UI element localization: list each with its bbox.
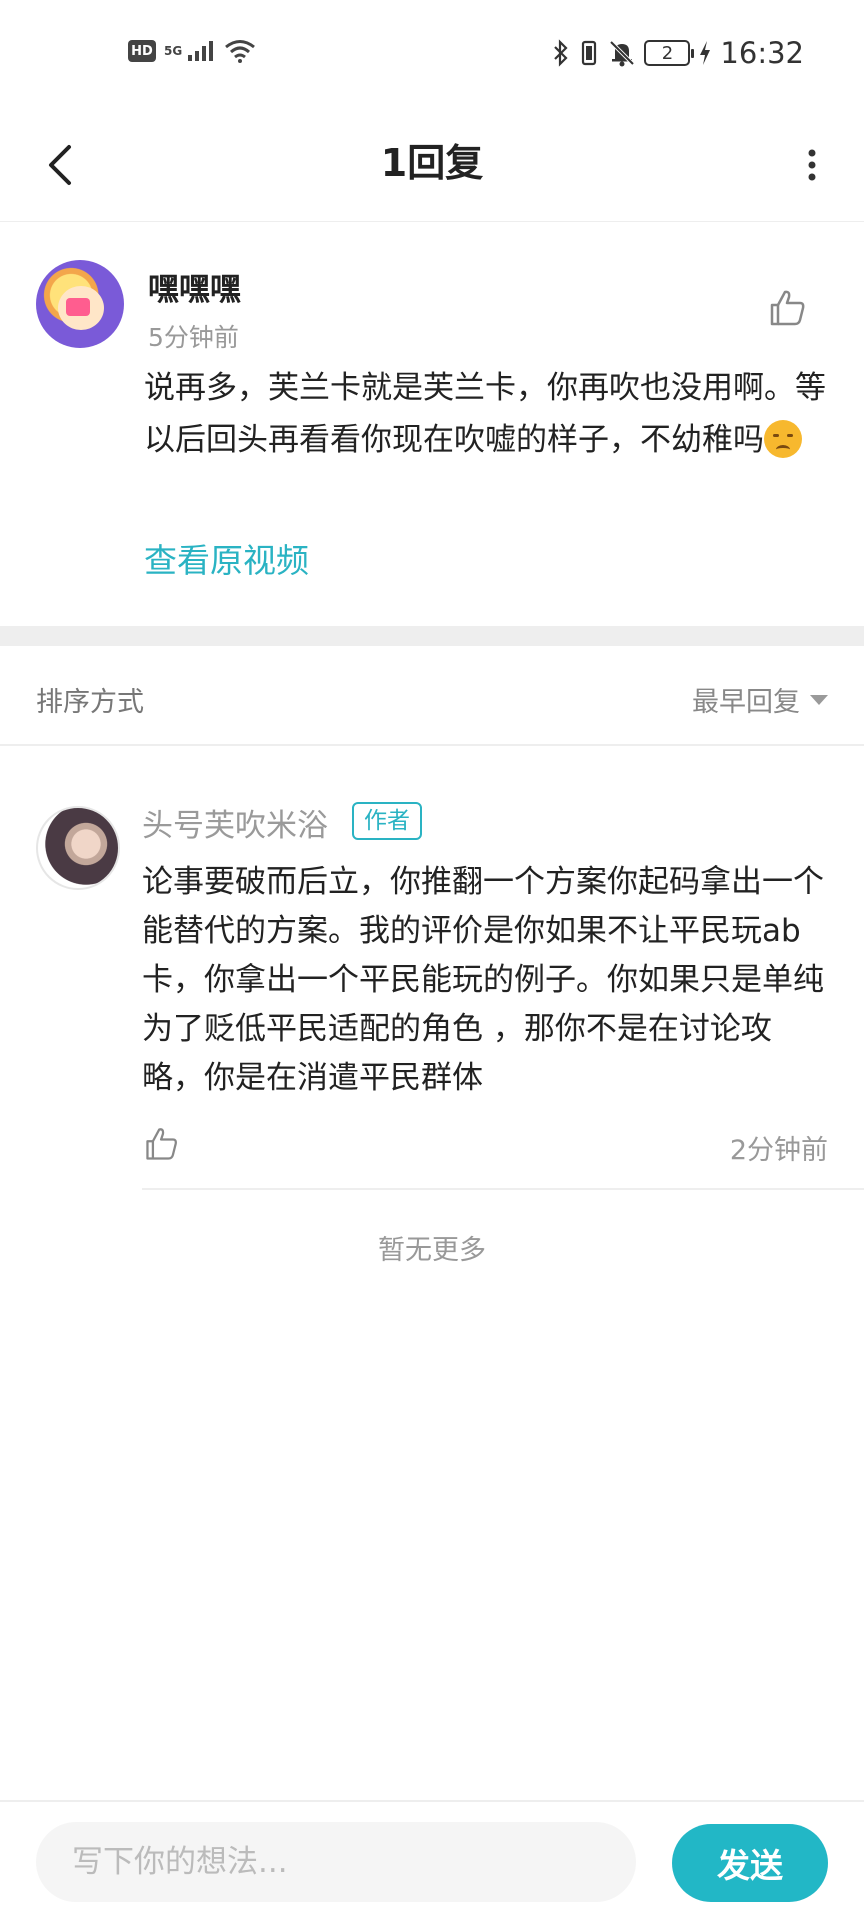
clock: 16:32: [720, 36, 804, 70]
status-right: 2 16:32: [552, 36, 804, 70]
original-comment: 嘿嘿嘿 5分钟前 说再多，芙兰卡就是芙兰卡，你再吹也没用啊。等以后回头再看看你现…: [0, 222, 864, 626]
comment-timestamp: 5分钟前: [148, 323, 239, 352]
avatar-accessory: [66, 298, 90, 316]
cell-signal-icon: [188, 41, 214, 61]
sort-dropdown[interactable]: 最早回复: [692, 680, 828, 719]
network-type-label: 5G: [164, 44, 183, 58]
battery-icon: 2: [644, 40, 695, 66]
avatar[interactable]: [36, 260, 124, 348]
thumbs-up-icon: [770, 290, 805, 326]
charging-icon: [700, 41, 711, 65]
reply-timestamp: 2分钟前: [729, 1135, 828, 1166]
thumbs-up-icon: [146, 1128, 177, 1160]
status-bar: HD 5G 2 16:32: [0, 0, 864, 110]
comment-body: 说再多，芙兰卡就是芙兰卡，你再吹也没用啊。等以后回头再看看你现在吹嘘的样子，不幼…: [144, 362, 834, 466]
disappointed-face-icon: [764, 420, 802, 458]
comment-composer: 发送: [0, 1800, 864, 1920]
sort-label: 排序方式: [36, 687, 144, 718]
sort-bar: 排序方式 最早回复: [0, 646, 864, 746]
view-original-video-link[interactable]: 查看原视频: [144, 534, 309, 582]
reply-body: 论事要破而后立，你推翻一个方案你起码拿出一个能替代的方案。我的评价是你如果不让平…: [142, 864, 824, 1096]
divider: [142, 1188, 864, 1190]
caret-down-icon: [810, 694, 828, 705]
comment-body-text: 说再多，芙兰卡就是芙兰卡，你再吹也没用啊。等以后回头再看看你现在吹嘘的样子，不幼…: [144, 370, 826, 458]
mute-bell-icon: [610, 40, 635, 67]
sort-selected-value: 最早回复: [692, 687, 800, 718]
send-button[interactable]: 发送: [672, 1824, 828, 1902]
like-button[interactable]: [766, 286, 810, 330]
bluetooth-icon: [554, 39, 568, 67]
more-vertical-icon: [808, 149, 816, 181]
section-divider: [0, 626, 864, 646]
page-title: 1回复: [380, 141, 484, 185]
status-left: HD 5G: [128, 38, 256, 64]
more-options-button[interactable]: [782, 130, 842, 200]
list-end-label: 暂无更多: [378, 1235, 486, 1266]
hd-icon: HD: [128, 40, 156, 62]
author-badge: 作者: [352, 802, 422, 840]
wifi-icon: [225, 40, 256, 63]
reply-username[interactable]: 头号芙吹米浴: [142, 800, 328, 845]
reply-like-button[interactable]: [142, 1124, 182, 1164]
comment-input[interactable]: [36, 1822, 636, 1902]
avatar[interactable]: [36, 806, 120, 890]
top-header: 1回复: [0, 110, 864, 222]
comment-username[interactable]: 嘿嘿嘿: [148, 264, 241, 309]
vibrate-icon: [582, 40, 597, 66]
